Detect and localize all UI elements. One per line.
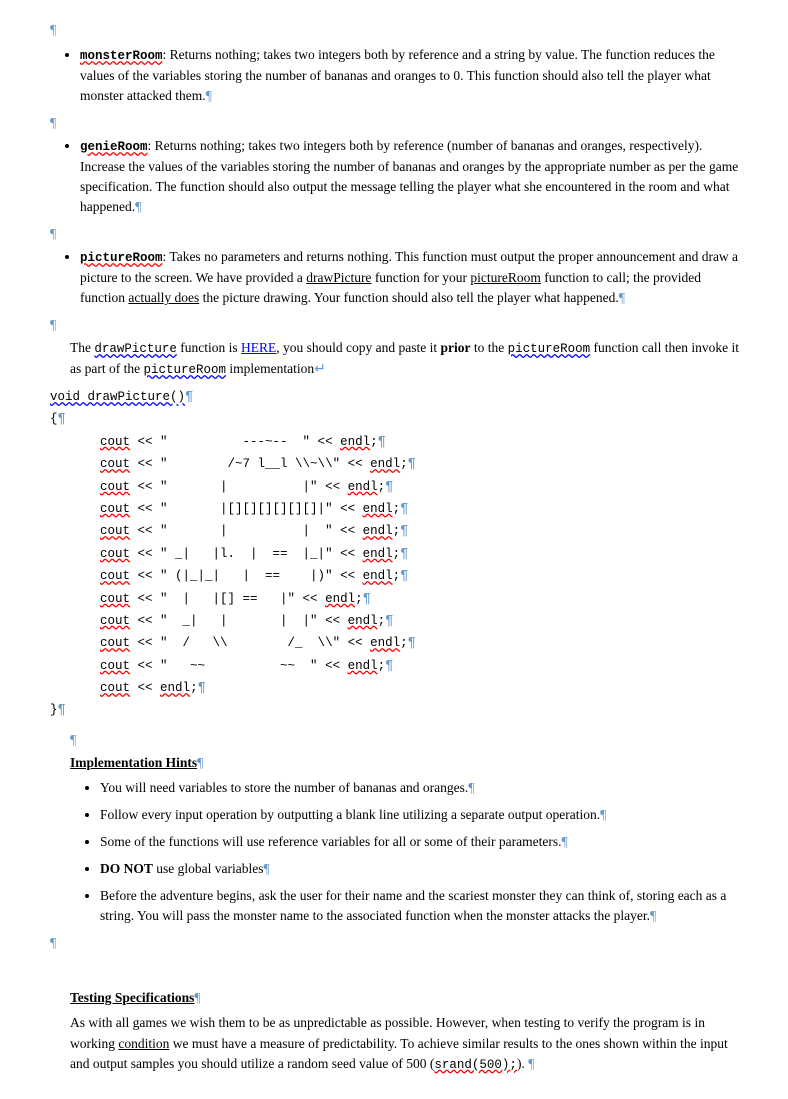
code-line-2: cout << " /~7 l__l \\~\\" << endl;¶ <box>50 453 748 475</box>
impl-hint-4: DO NOT use global variables¶ <box>100 859 748 880</box>
code-line-7: cout << " (|_|_| | == |)" << endl;¶ <box>50 565 748 587</box>
pilcrow-8: ¶ <box>50 933 748 954</box>
picture-room-inline-1: pictureRoom <box>508 342 591 356</box>
genie-room-text: : Returns nothing; takes two integers bo… <box>80 138 738 214</box>
impl-hint-5: Before the adventure begins, ask the use… <box>100 886 748 927</box>
impl-hints-title-para: Implementation Hints¶ <box>70 753 748 774</box>
list-item-picture-room: pictureRoom: Takes no parameters and ret… <box>80 247 748 309</box>
code-line-1: cout << " ---~-- " << endl;¶ <box>50 431 748 453</box>
list-item-monster-room: monsterRoom: Returns nothing; takes two … <box>80 45 748 107</box>
picture-room-text2: function for your <box>371 270 470 285</box>
testing-specs-title: Testing Specifications <box>70 990 194 1005</box>
impl-hints-list: You will need variables to store the num… <box>100 778 748 927</box>
pilcrow-mark-genie: ¶ <box>135 200 141 215</box>
monster-room-text: : Returns nothing; takes two integers bo… <box>80 47 715 103</box>
pilcrow-5: ↵ <box>314 362 326 377</box>
code-brace-close: }¶ <box>50 699 748 721</box>
impl-hint-1: You will need variables to store the num… <box>100 778 748 799</box>
genie-room-label: genieRoom <box>80 140 148 154</box>
draw-picture-ref-1: drawPicture <box>306 270 371 285</box>
testing-specs-body: As with all games we wish them to be as … <box>70 1013 748 1075</box>
draw-picture-inline: drawPicture <box>94 342 177 356</box>
impl-hint-2: Follow every input operation by outputti… <box>100 805 748 826</box>
impl-hints-title: Implementation Hints <box>70 755 197 770</box>
draw-picture-desc-para: The drawPicture function is HERE, you sh… <box>70 338 748 380</box>
code-line-9: cout << " _| | | |" << endl;¶ <box>50 610 748 632</box>
section-monster-room: monsterRoom: Returns nothing; takes two … <box>50 45 748 107</box>
impl-hint-3: Some of the functions will use reference… <box>100 832 748 853</box>
picture-room-ref-2: pictureRoom <box>470 270 541 285</box>
code-block-draw-picture: void drawPicture()¶ {¶ cout << " ---~-- … <box>50 386 748 722</box>
pilcrow-4: ¶ <box>50 315 748 336</box>
section-picture-room: pictureRoom: Takes no parameters and ret… <box>50 247 748 309</box>
section-genie-room: genieRoom: Returns nothing; takes two in… <box>50 136 748 218</box>
code-line-6: cout << " _| |l. | == |_|" << endl;¶ <box>50 543 748 565</box>
code-signature: void drawPicture()¶ <box>50 386 748 408</box>
pilcrow-3: ¶ <box>50 224 748 245</box>
section-testing-specs: Testing Specifications¶ As with all game… <box>70 988 748 1075</box>
code-line-4: cout << " |[][][][][][]|" << endl;¶ <box>50 498 748 520</box>
code-line-11: cout << " ~~ ~~ " << endl;¶ <box>50 655 748 677</box>
code-line-10: cout << " / \\ /_ \\" << endl;¶ <box>50 632 748 654</box>
section-draw-picture-desc: The drawPicture function is HERE, you sh… <box>70 338 748 380</box>
pilcrow-mark-1: ¶ <box>50 23 56 38</box>
list-item-genie-room: genieRoom: Returns nothing; takes two in… <box>80 136 748 218</box>
code-line-5: cout << " | | " << endl;¶ <box>50 520 748 542</box>
srand-code: srand(500); <box>434 1058 517 1072</box>
pilcrow-2: ¶ <box>50 113 748 134</box>
section-impl-hints: ¶ Implementation Hints¶ You will need va… <box>70 730 748 927</box>
pilcrow-7: ¶ <box>197 756 203 771</box>
document-body: ¶ monsterRoom: Returns nothing; takes tw… <box>50 20 748 1075</box>
pilcrow-6: ¶ <box>70 730 748 751</box>
code-line-3: cout << " | |" << endl;¶ <box>50 476 748 498</box>
actually-does-text: actually does <box>128 290 199 305</box>
here-link[interactable]: HERE <box>241 340 276 355</box>
code-brace-open: {¶ <box>50 408 748 430</box>
section-pilcrow-top: ¶ <box>50 20 748 41</box>
code-line-12: cout << endl;¶ <box>50 677 748 699</box>
spacer-div <box>50 964 748 984</box>
code-line-8: cout << " | |[] == |" << endl;¶ <box>50 588 748 610</box>
pilcrow-final: ¶ <box>528 1057 534 1072</box>
condition-word: condition <box>118 1036 169 1051</box>
prior-text: prior <box>441 340 471 355</box>
do-not-text: DO NOT <box>100 861 153 876</box>
monster-room-label: monsterRoom <box>80 49 163 63</box>
pilcrow-mark-picture: ¶ <box>619 291 625 306</box>
pilcrow-testing: ¶ <box>194 991 200 1006</box>
picture-room-text4: the picture drawing. Your function shoul… <box>199 290 619 305</box>
testing-title-para: Testing Specifications¶ <box>70 988 748 1009</box>
picture-room-inline-2: pictureRoom <box>143 363 226 377</box>
pilcrow-mark-monster: ¶ <box>206 89 212 104</box>
picture-room-label: pictureRoom <box>80 251 163 265</box>
